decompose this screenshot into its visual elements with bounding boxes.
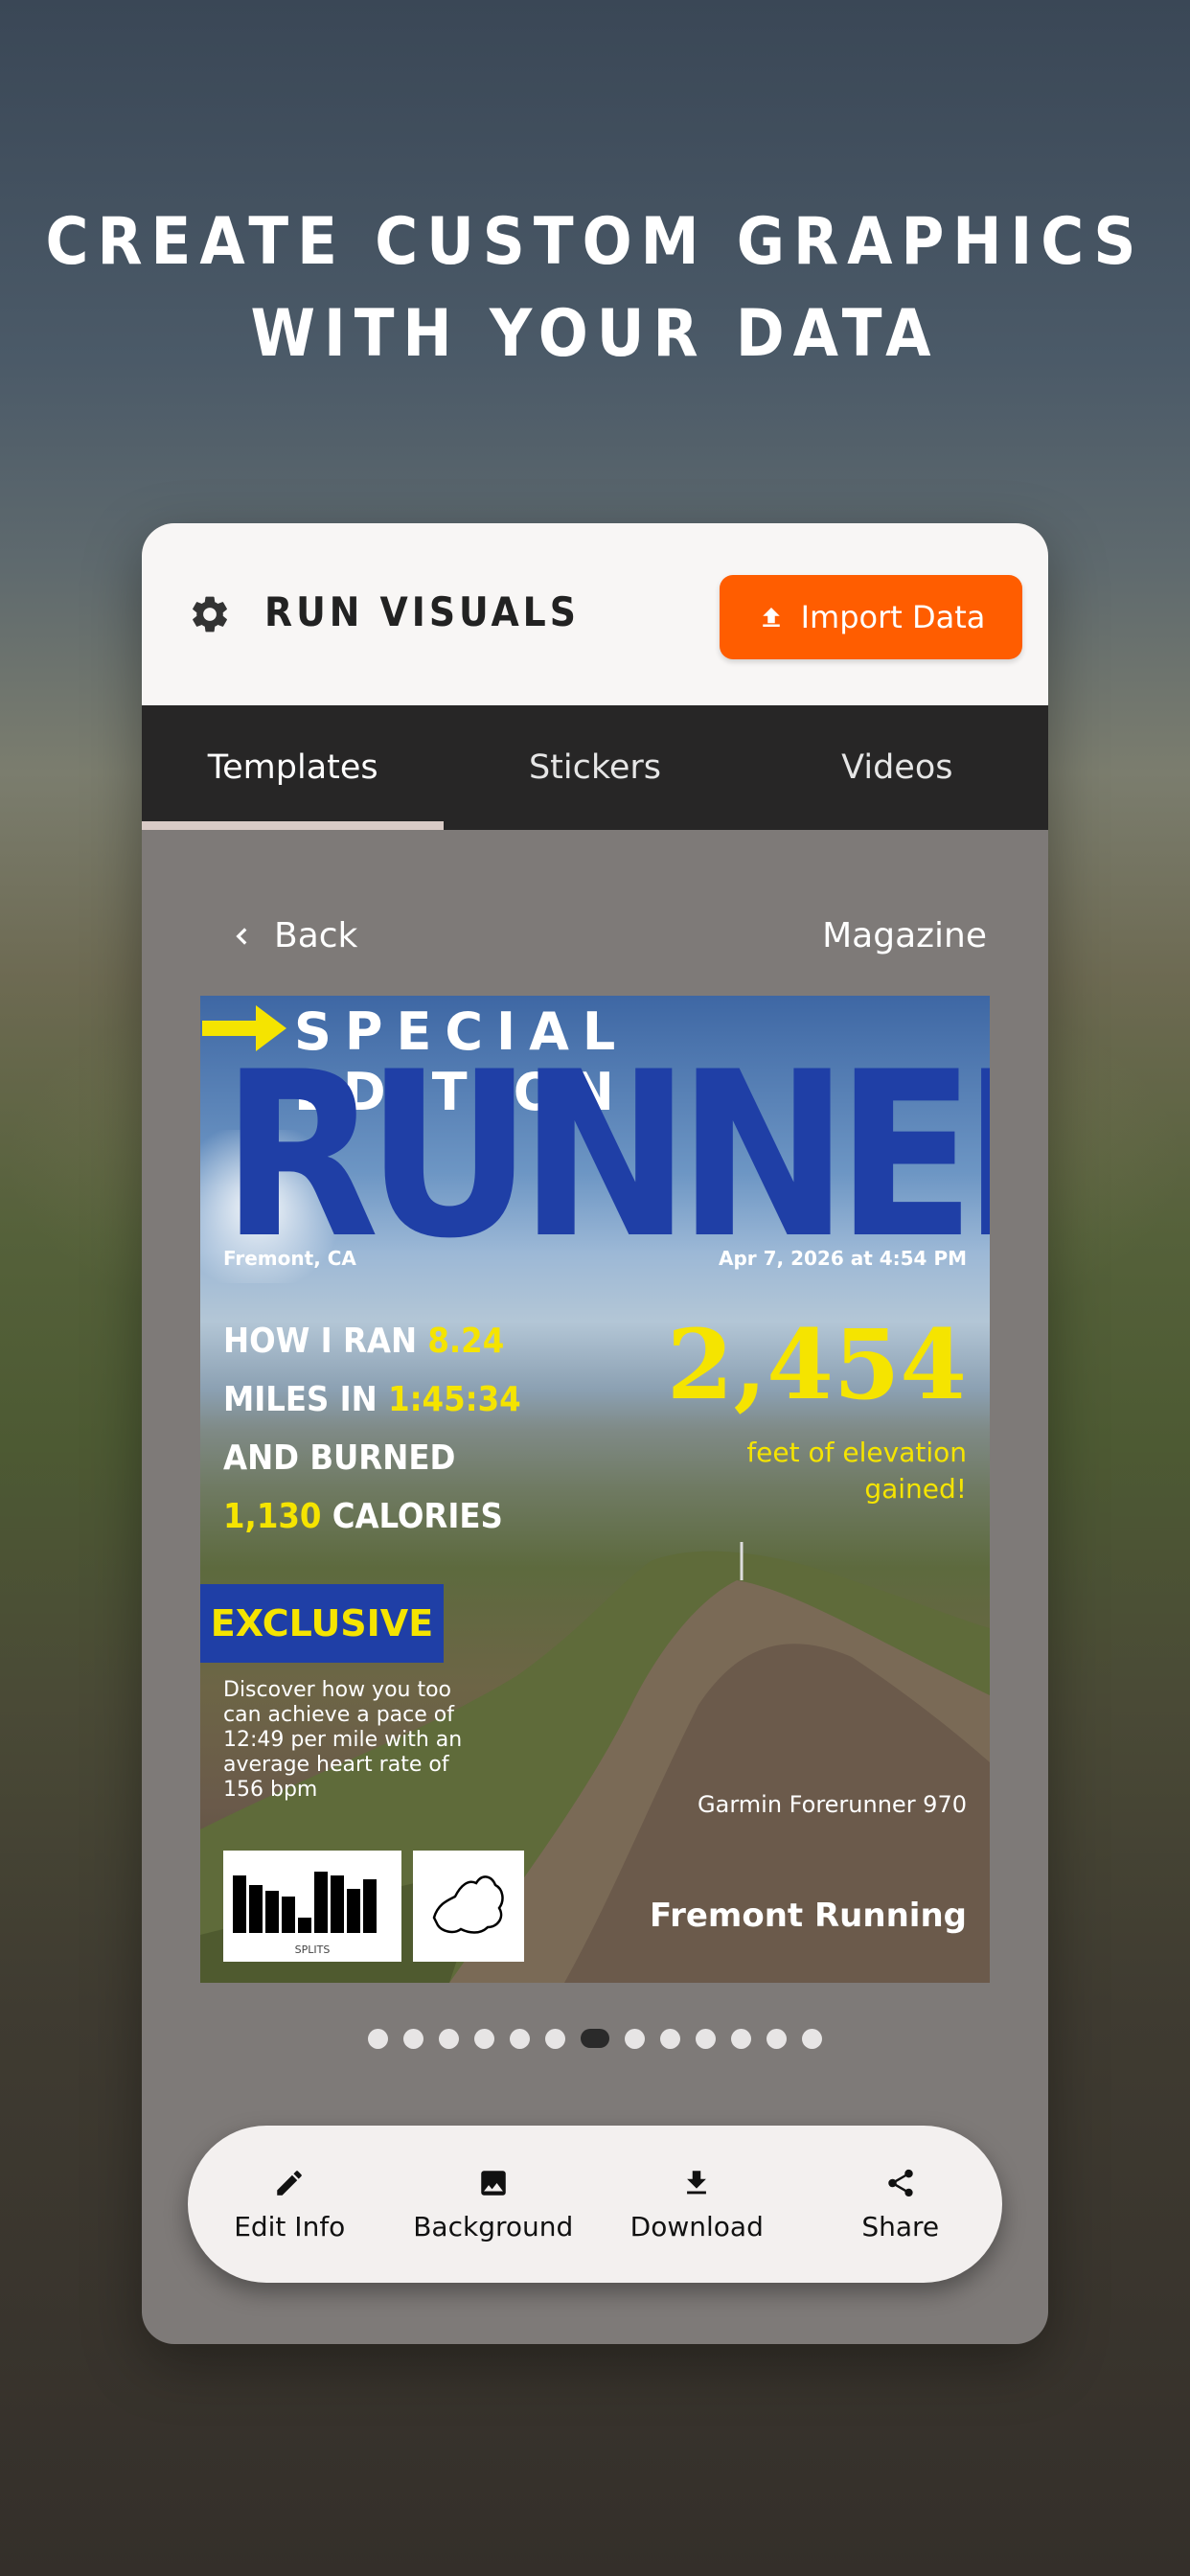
upload-icon: [762, 608, 780, 627]
club-name: Fremont Running: [650, 1897, 967, 1935]
page-dot-active[interactable]: [581, 2029, 609, 2048]
back-label: Back: [274, 916, 358, 955]
cover-date: Apr 7, 2026 at 4:54 PM: [718, 1247, 967, 1270]
page-dot[interactable]: [625, 2028, 645, 2049]
elevation-value: 2,454: [666, 1308, 967, 1421]
tab-label: Templates: [207, 748, 378, 787]
share-icon: [887, 2169, 913, 2196]
page-indicator: [142, 2027, 1048, 2050]
action-label: Edit Info: [234, 2210, 346, 2242]
magazine-cover-preview[interactable]: SPECIAL EDITION RUNNER Fremont, CA Apr 7…: [200, 996, 990, 1983]
page-dot[interactable]: [696, 2028, 716, 2049]
elevation-caption-line: feet of elevation: [746, 1437, 967, 1468]
cover-title: RUNNER: [221, 1024, 990, 1289]
tab-stickers[interactable]: Stickers: [444, 705, 745, 830]
splits-bar-icon: [233, 1872, 377, 1933]
image-icon: [481, 2170, 506, 2196]
chevron-left-icon: [236, 927, 247, 945]
download-button[interactable]: Download: [595, 2126, 799, 2283]
hero-line-1: CREATE CUSTOM GRAPHICS: [45, 204, 1145, 280]
exclusive-badge: EXCLUSIVE: [200, 1584, 444, 1663]
action-label: Background: [413, 2210, 574, 2242]
headline-text: CALORIES: [321, 1497, 503, 1536]
exclusive-body: Discover how you too can achieve a pace …: [223, 1678, 463, 1802]
back-button[interactable]: Back: [230, 916, 357, 955]
download-icon: [687, 2170, 707, 2194]
import-data-label: Import Data: [800, 599, 986, 635]
headline-text: MILES IN: [223, 1380, 389, 1419]
action-label: Share: [861, 2210, 940, 2242]
page-dot[interactable]: [545, 2028, 565, 2049]
device-name: Garmin Forerunner 970: [698, 1791, 967, 1818]
headline-text: AND BURNED: [223, 1438, 456, 1478]
tab-label: Stickers: [528, 748, 662, 787]
import-data-button[interactable]: Import Data: [720, 575, 1022, 659]
page-dot[interactable]: [660, 2028, 680, 2049]
edit-info-button[interactable]: Edit Info: [188, 2126, 392, 2283]
headline-time: 1:45:34: [388, 1380, 521, 1419]
tab-label: Videos: [841, 748, 953, 787]
route-map-icon: [432, 1875, 504, 1934]
app-bar: RUN VISUALS Import Data: [142, 523, 1048, 705]
page-dot[interactable]: [474, 2028, 494, 2049]
app-screen: RUN VISUALS Import Data Templates Sticke…: [142, 523, 1048, 2344]
page-dot[interactable]: [767, 2028, 787, 2049]
action-label: Download: [629, 2210, 764, 2242]
page-dot[interactable]: [368, 2028, 388, 2049]
elevation-caption-line: gained!: [864, 1473, 967, 1505]
tab-templates[interactable]: Templates: [142, 705, 445, 830]
hero-line-2: WITH YOUR DATA: [250, 296, 940, 372]
pencil-icon: [277, 2170, 303, 2196]
gear-icon[interactable]: [188, 592, 232, 636]
share-button[interactable]: Share: [799, 2126, 1003, 2283]
page-dot[interactable]: [439, 2028, 459, 2049]
page-dot[interactable]: [731, 2028, 751, 2049]
page-dot[interactable]: [802, 2028, 822, 2049]
app-brand: RUN VISUALS: [264, 588, 580, 635]
cover-location: Fremont, CA: [223, 1247, 356, 1270]
headline-calories: 1,130: [223, 1497, 322, 1536]
splits-sticker: SPLITS: [223, 1851, 401, 1962]
headline-text: HOW I RAN: [223, 1322, 428, 1361]
action-bar: Edit Info Background Download Share: [188, 2126, 1002, 2283]
page-dot[interactable]: [510, 2028, 530, 2049]
page-dot[interactable]: [403, 2028, 423, 2049]
cover-headline: HOW I RAN 8.24 MILES IN 1:45:34 AND BURN…: [223, 1312, 521, 1546]
route-map-sticker: [413, 1851, 524, 1962]
template-header: Back Magazine: [230, 916, 987, 974]
elevation-caption: feet of elevation gained!: [746, 1435, 967, 1507]
background-button[interactable]: Background: [392, 2126, 596, 2283]
hero-heading: CREATE CUSTOM GRAPHICS WITH YOUR DATA: [0, 196, 1190, 380]
tab-videos[interactable]: Videos: [746, 705, 1048, 830]
headline-distance: 8.24: [427, 1322, 505, 1361]
tab-bar: Templates Stickers Videos: [142, 705, 1048, 830]
splits-label: SPLITS: [294, 1944, 331, 1956]
template-name: Magazine: [822, 916, 987, 955]
